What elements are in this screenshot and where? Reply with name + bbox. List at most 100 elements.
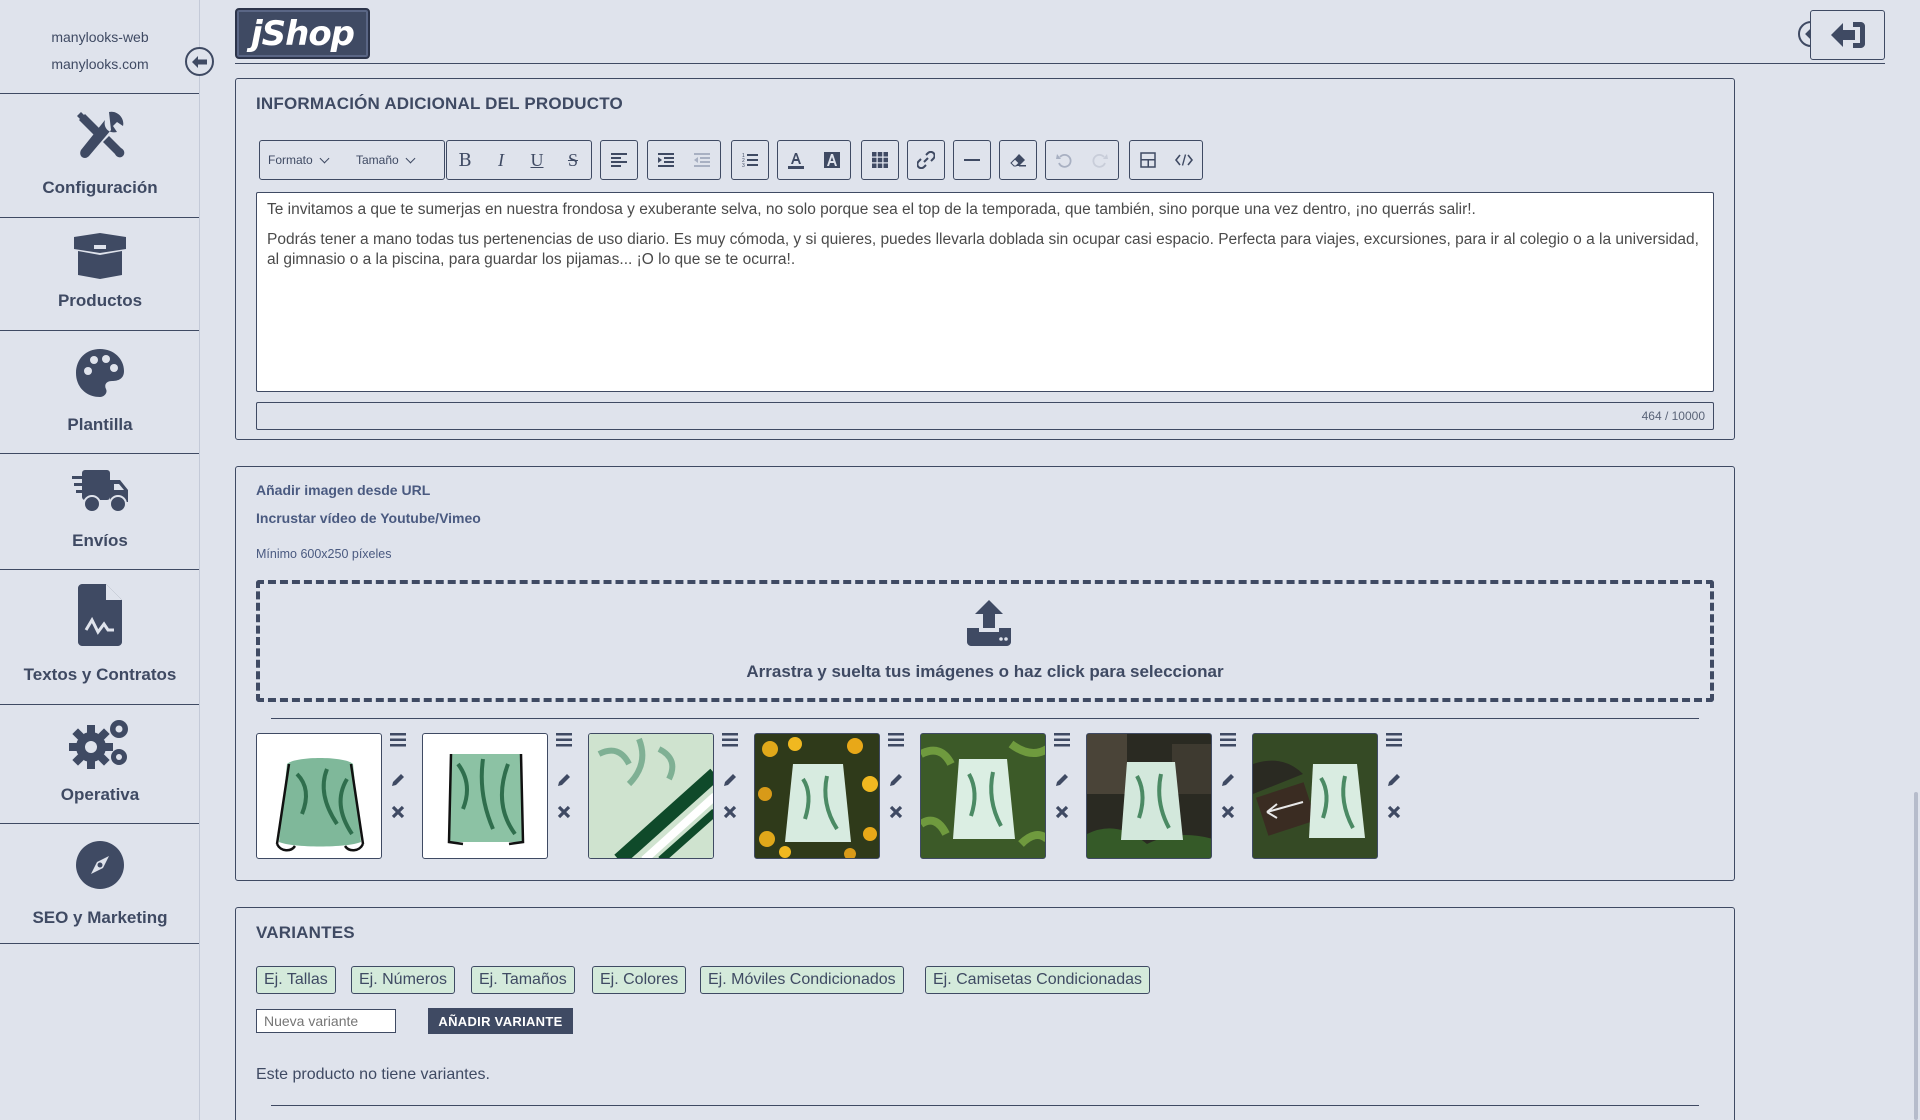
- sidebar-item-label: Productos: [57, 291, 143, 310]
- contract-icon: [77, 584, 122, 646]
- drag-handle-icon[interactable]: [1383, 733, 1405, 747]
- delete-icon[interactable]: [1051, 805, 1073, 819]
- size-select[interactable]: Tamaño: [348, 141, 444, 179]
- site-name: manylooks-web: [51, 29, 149, 45]
- background-color-icon[interactable]: [814, 141, 850, 179]
- sidebar-item-textos[interactable]: Textos y Contratos: [0, 570, 199, 705]
- drag-handle-icon[interactable]: [885, 733, 907, 747]
- underline-icon[interactable]: U: [519, 141, 555, 179]
- bold-icon[interactable]: B: [447, 141, 483, 179]
- link-icon[interactable]: [908, 141, 944, 179]
- variant-example-chip[interactable]: Ej. Colores: [592, 966, 687, 994]
- delete-icon[interactable]: [387, 805, 409, 819]
- clear-group: [999, 140, 1037, 180]
- template-icon[interactable]: [1130, 141, 1166, 179]
- align-left-icon[interactable]: [601, 141, 637, 179]
- horizontal-rule-icon[interactable]: [954, 141, 990, 179]
- embed-video-link[interactable]: Incrustar vídeo de Youtube/Vimeo: [256, 510, 481, 526]
- table-icon[interactable]: [862, 141, 898, 179]
- sidebar-item-configuracion[interactable]: Configuración: [0, 94, 199, 218]
- gears-icon: [68, 720, 128, 769]
- panel-title: VARIANTES: [256, 923, 355, 942]
- product-image: [275, 758, 365, 852]
- variant-example-chip[interactable]: Ej. Números: [351, 966, 456, 994]
- header-divider: [235, 63, 1885, 64]
- drag-handle-icon[interactable]: [1051, 733, 1073, 747]
- color-group: [777, 140, 851, 180]
- product-image-thumbnail[interactable]: [588, 733, 714, 859]
- product-image-thumbnail[interactable]: [1086, 733, 1212, 859]
- strikethrough-icon[interactable]: S: [555, 141, 591, 179]
- sidebar-item-productos[interactable]: Productos: [0, 218, 199, 331]
- pencil-icon[interactable]: [1217, 773, 1239, 787]
- italic-icon[interactable]: I: [483, 141, 519, 179]
- add-image-url-link[interactable]: Añadir imagen desde URL: [256, 482, 430, 498]
- site-domain[interactable]: manylooks.com: [0, 51, 200, 78]
- pencil-icon[interactable]: [1383, 773, 1405, 787]
- delete-icon[interactable]: [1217, 805, 1239, 819]
- drag-handle-icon[interactable]: [387, 733, 409, 747]
- compass-icon: [75, 841, 124, 889]
- sidebar-item-label: SEO y Marketing: [32, 908, 168, 927]
- pencil-icon[interactable]: [885, 773, 907, 787]
- variant-example-chip[interactable]: Ej. Tamaños: [471, 966, 575, 994]
- font-color-icon[interactable]: [778, 141, 814, 179]
- ordered-list-icon[interactable]: 123: [732, 141, 768, 179]
- indent-icon[interactable]: [648, 141, 684, 179]
- editor-paragraph: Podrás tener a mano todas tus pertenenci…: [267, 231, 1699, 268]
- sidebar-item-envios[interactable]: Envíos: [0, 454, 199, 570]
- add-variant-button[interactable]: AÑADIR VARIANTE: [428, 1008, 573, 1034]
- rich-text-editor[interactable]: Te invitamos a que te sumerjas en nuestr…: [256, 192, 1714, 392]
- pencil-icon[interactable]: [719, 773, 741, 787]
- delete-icon[interactable]: [719, 805, 741, 819]
- image-actions: [719, 733, 741, 859]
- product-image-thumbnail[interactable]: [1252, 733, 1378, 859]
- product-image-thumbnail[interactable]: [754, 733, 880, 859]
- sidebar-item-label: Operativa: [60, 785, 140, 804]
- additional-info-panel: INFORMACIÓN ADICIONAL DEL PRODUCTO Forma…: [235, 78, 1735, 440]
- sidebar-item-label: Plantilla: [67, 415, 133, 434]
- drag-handle-icon[interactable]: [1217, 733, 1239, 747]
- sidebar-item-seo[interactable]: SEO y Marketing: [0, 824, 199, 944]
- variant-example-chip[interactable]: Ej. Tallas: [256, 966, 336, 994]
- outdent-icon[interactable]: [684, 141, 720, 179]
- divider: [271, 718, 1699, 719]
- format-select-value: Formato: [268, 153, 313, 167]
- pencil-icon[interactable]: [553, 773, 575, 787]
- dropzone-text: Arrastra y suelta tus imágenes o haz cli…: [746, 662, 1224, 681]
- drag-handle-icon[interactable]: [719, 733, 741, 747]
- logout-button[interactable]: [1810, 10, 1885, 60]
- undo-icon[interactable]: [1046, 141, 1082, 179]
- sidebar-item-operativa[interactable]: Operativa: [0, 705, 199, 824]
- page-scrollbar[interactable]: [1914, 792, 1918, 1120]
- redo-icon[interactable]: [1082, 141, 1118, 179]
- align-group: [600, 140, 638, 180]
- jshop-logo[interactable]: jShop: [235, 8, 370, 59]
- product-image-thumbnail[interactable]: [920, 733, 1046, 859]
- image-dropzone[interactable]: Arrastra y suelta tus imágenes o haz cli…: [256, 580, 1714, 702]
- upload-icon: [967, 600, 1011, 646]
- delete-icon[interactable]: [553, 805, 575, 819]
- new-variant-input[interactable]: [256, 1009, 396, 1033]
- pencil-icon[interactable]: [1051, 773, 1073, 787]
- list-group: 123: [731, 140, 769, 180]
- indent-group: [647, 140, 721, 180]
- view-group: [1129, 140, 1203, 180]
- collapse-sidebar-button[interactable]: [185, 47, 214, 76]
- sidebar-item-plantilla[interactable]: Plantilla: [0, 331, 199, 454]
- logo-text: jShop: [250, 13, 355, 54]
- delete-icon[interactable]: [1383, 805, 1405, 819]
- eraser-icon[interactable]: [1000, 141, 1036, 179]
- format-select[interactable]: Formato: [260, 141, 348, 179]
- product-image-thumbnail[interactable]: [256, 733, 382, 859]
- drag-handle-icon[interactable]: [553, 733, 575, 747]
- pencil-icon[interactable]: [387, 773, 409, 787]
- text-style-group: B I U S: [446, 140, 592, 180]
- product-image: [1087, 734, 1211, 858]
- panel-title: INFORMACIÓN ADICIONAL DEL PRODUCTO: [256, 94, 623, 113]
- delete-icon[interactable]: [885, 805, 907, 819]
- variant-example-chip[interactable]: Ej. Móviles Condicionados: [700, 966, 904, 994]
- code-icon[interactable]: [1166, 141, 1202, 179]
- variant-example-chip[interactable]: Ej. Camisetas Condicionadas: [925, 966, 1150, 994]
- product-image-thumbnail[interactable]: [422, 733, 548, 859]
